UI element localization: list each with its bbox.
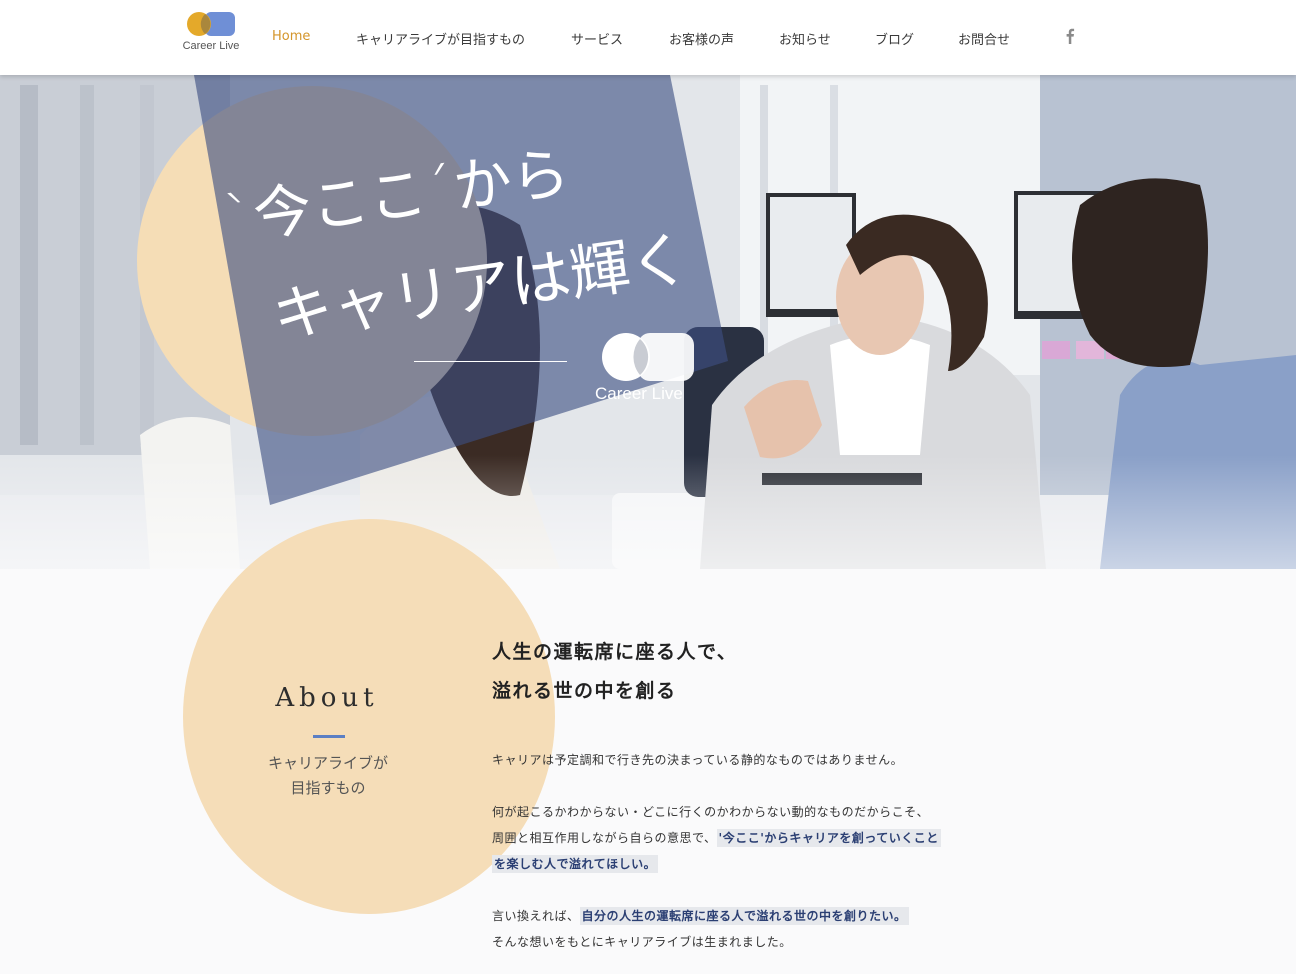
about-paragraph-2: 何が起こるかわからない・どこに行くのかわからない動的なものだからこそ、 周囲と相… [492,799,1012,877]
nav-services[interactable]: サービス [571,29,623,48]
paragraph-3-highlight: 自分の人生の運転席に座る人で溢れる世の中を創りたい。 [579,907,909,925]
about-headline-line2: 溢れる世の中を創る [492,680,677,702]
about-subtitle: キャリアライブが 目指すもの [248,751,408,801]
hero-section: `今ここ´から キャリアは輝く Career Live [0,75,1296,569]
nav-vision[interactable]: キャリアライブが目指すもの [356,29,525,48]
paragraph-1-text: キャリアは予定調和で行き先の決まっている静的なものではありません。 [492,753,904,767]
hero-handwritten-headline: `今ここ´から キャリアは輝く [220,138,694,352]
paragraph-2-line2: 周囲と相互作用しながら自らの意思で、 '今ここ'からキャリアを創っていくこと [492,825,1012,851]
paragraph-2-highlight-2: を楽しむ人で溢れてほしい。 [492,855,659,873]
about-title: About [275,683,379,713]
paragraph-3-line1: 言い換えれば、 自分の人生の運転席に座る人で溢れる世の中を創りたい。 [492,903,1012,929]
about-paragraph-1: キャリアは予定調和で行き先の決まっている静的なものではありません。 [492,747,1012,773]
nav-news[interactable]: お知らせ [779,29,831,48]
about-headline: 人生の運転席に座る人で、 溢れる世の中を創る [492,633,992,711]
about-title-underline [313,735,345,738]
paragraph-3-line1-text: 言い換えれば、 [492,909,580,923]
nav-contact[interactable]: お問合せ [958,29,1010,48]
main-nav: Home キャリアライブが目指すもの サービス お客様の声 お知らせ ブログ お… [0,0,1296,75]
hero-headline-line1: `今ここ´から [220,138,573,254]
paragraph-2-line2-text: 周囲と相互作用しながら自らの意思で、 [492,831,717,845]
paragraph-2-line3: を楽しむ人で溢れてほしい。 [492,851,1012,877]
facebook-icon[interactable] [1062,27,1078,45]
hero-logo-text: Career Live [595,384,683,403]
site-header: Career Live Home キャリアライブが目指すもの サービス お客様の… [0,0,1296,75]
paragraph-3-line2: そんな想いをもとにキャリアライブは生まれました。 [492,935,792,949]
about-headline-line1: 人生の運転席に座る人で、 [492,641,738,663]
about-subtitle-line2: 目指すもの [290,779,366,797]
about-subtitle-line1: キャリアライブが [267,754,388,772]
nav-testimonials[interactable]: お客様の声 [669,29,734,48]
hero-divider-line [414,361,567,362]
hero-logo-mark-icon [602,333,694,381]
nav-home[interactable]: Home [272,29,310,44]
paragraph-2-line1: 何が起こるかわからない・どこに行くのかわからない動的なものだからこそ、 [492,805,930,819]
nav-blog[interactable]: ブログ [875,29,914,48]
about-paragraph-3: 言い換えれば、 自分の人生の運転席に座る人で溢れる世の中を創りたい。 そんな想いを… [492,903,1012,955]
paragraph-2-highlight-1: '今ここ'からキャリアを創っていくこと [716,829,941,847]
